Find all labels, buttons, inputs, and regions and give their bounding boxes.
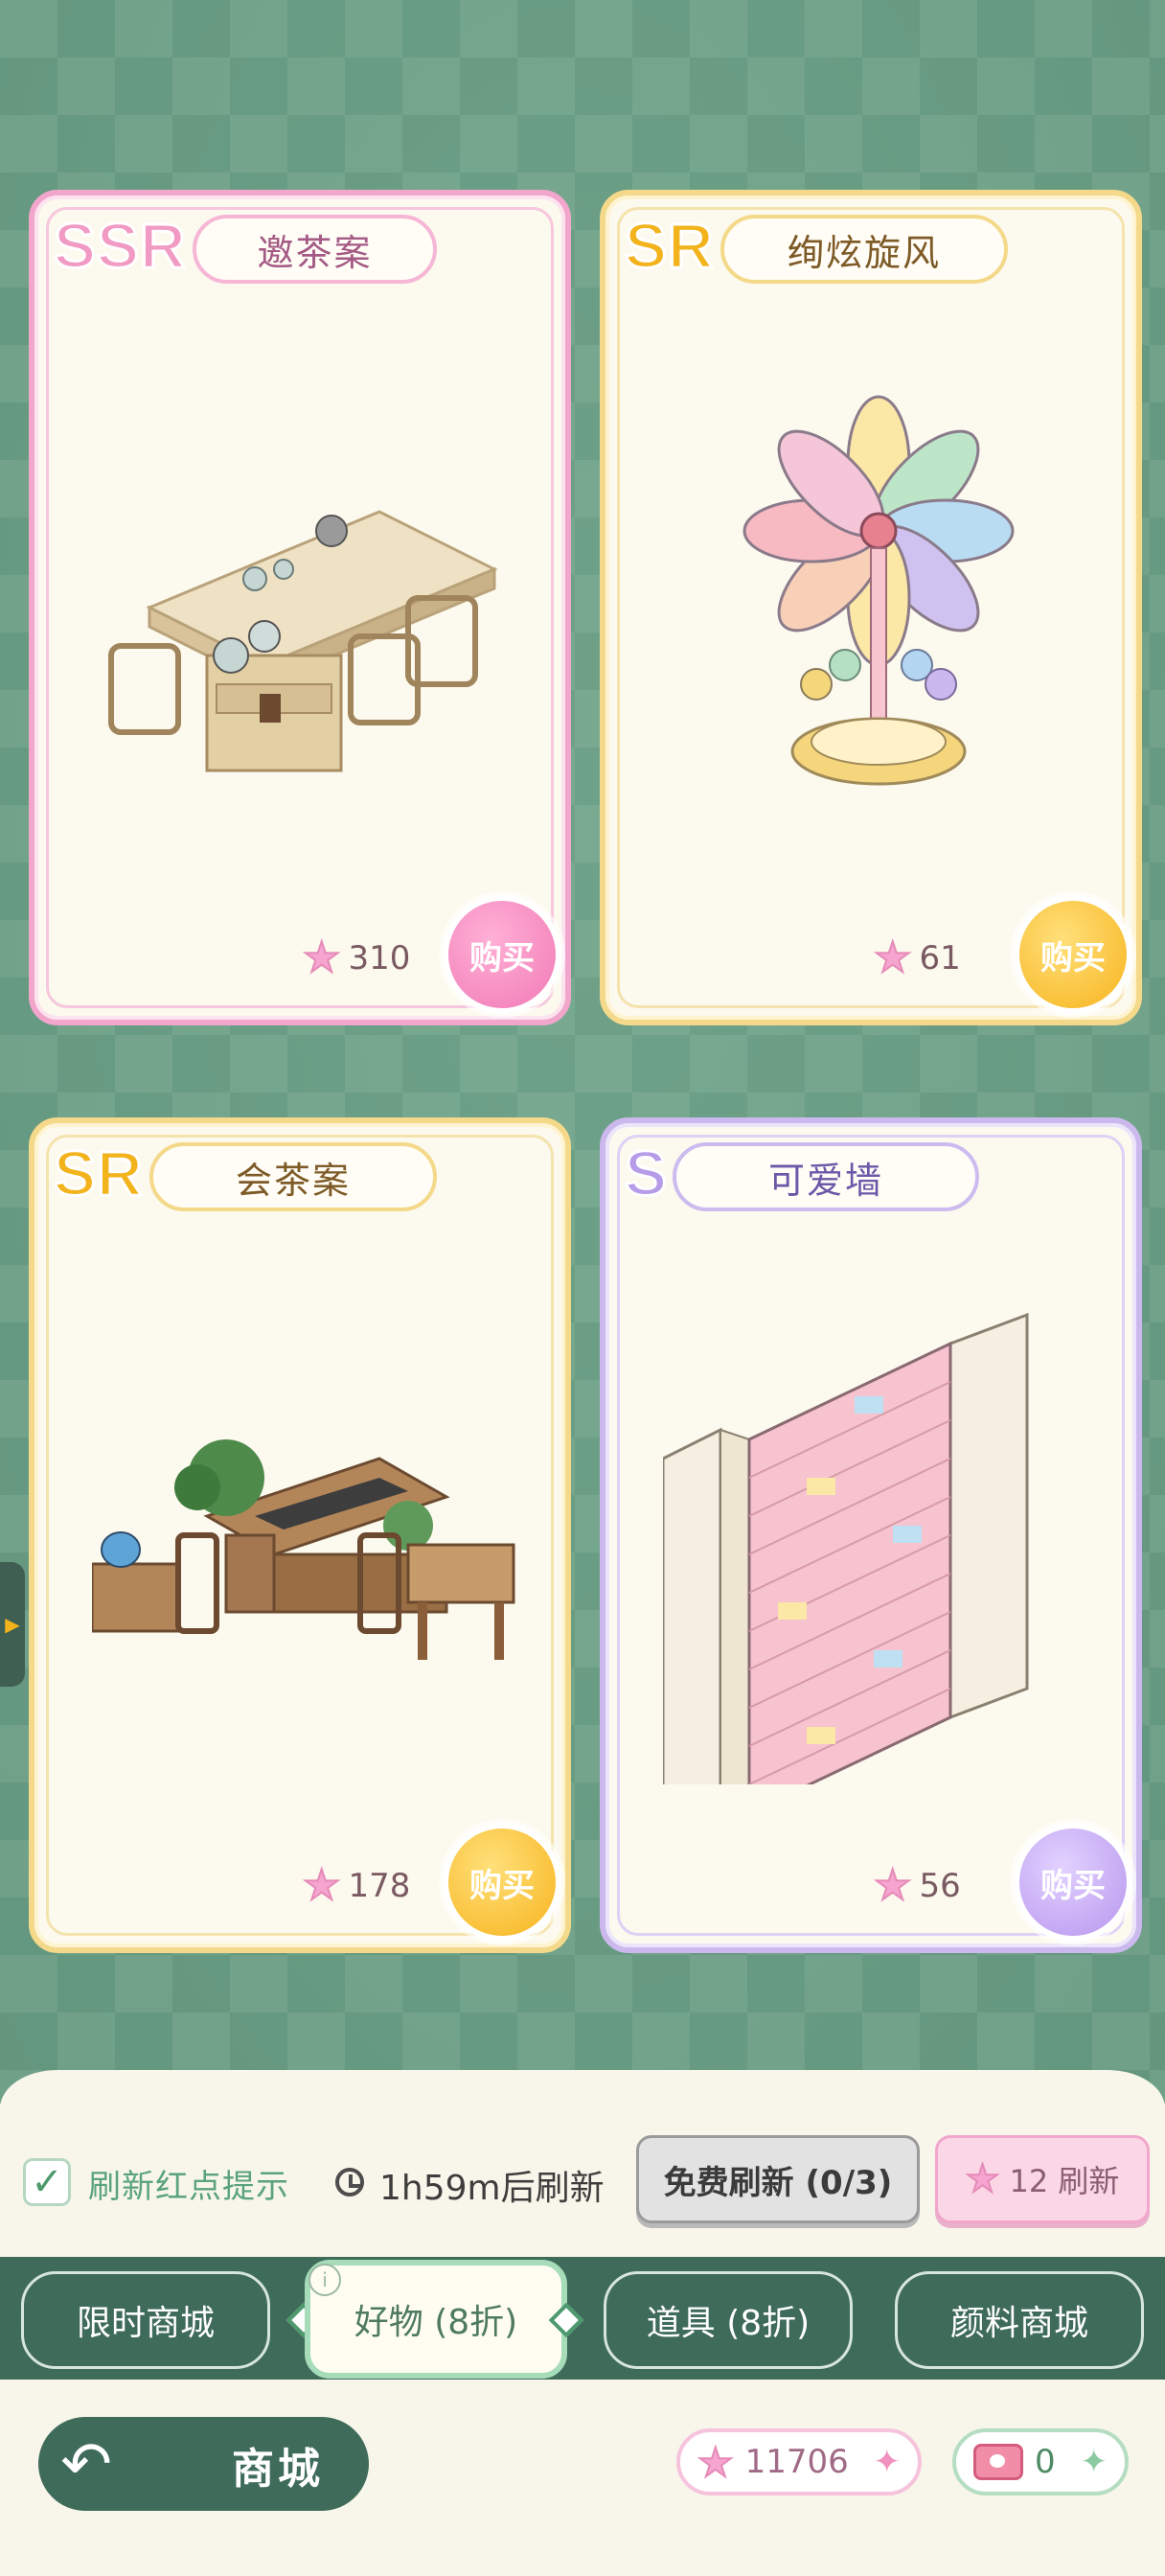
red-dot-checkbox[interactable]: ✓ [23,2158,71,2206]
gem-count: 11706 [744,2443,849,2481]
item-name: 可爱墙 [673,1142,979,1211]
info-icon[interactable]: i [308,2264,341,2296]
clock-icon [335,2168,364,2196]
star-currency-icon: ★ [697,2438,735,2487]
item-card-3[interactable]: SR 会茶案 ★ 178 购买 [29,1117,571,1953]
price-tag: ★ 61 [873,933,961,982]
tab-limited-shop[interactable]: 限时商城 [21,2271,270,2369]
buy-button[interactable]: 购买 [443,1823,561,1942]
pinwheel-artwork [742,395,1015,786]
buy-button[interactable]: 购买 [443,895,561,1014]
item-card-2[interactable]: SR 绚炫旋风 ★ 61 购买 [600,190,1142,1025]
price-value: 310 [348,939,411,978]
rank-badge: S [623,1137,669,1210]
price-tag: ★ 310 [302,933,411,982]
item-card-1[interactable]: SSR 邀茶案 ★ 310 购买 [29,190,571,1025]
gem-currency-counter[interactable]: ★ 11706 ✦ [676,2428,922,2496]
star-currency-icon: ★ [873,933,912,982]
star-currency-icon: ★ [302,933,341,982]
brick-wall-artwork [663,1312,1029,1784]
rank-badge: SR [624,209,716,283]
price-value: 56 [919,1867,961,1905]
tea-set-artwork [92,1439,515,1660]
ticket-icon [973,2444,1023,2480]
tab-good-items[interactable]: 好物 (8折) [305,2260,567,2379]
item-name: 绚炫旋风 [720,215,1008,284]
price-value: 61 [919,939,961,978]
paid-refresh-label: 12 刷新 [1009,2163,1120,2199]
check-icon: ✓ [31,2160,63,2204]
rank-badge: SR [53,1137,145,1210]
add-tickets-icon[interactable]: ✦ [1081,2443,1108,2481]
free-refresh-button[interactable]: 免费刷新 (0/3) [636,2135,920,2223]
page-title: 商城 [232,2445,324,2494]
buy-button[interactable]: 购买 [1014,1823,1132,1942]
ticket-currency-counter[interactable]: 0 ✦ [952,2428,1129,2496]
paid-refresh-button[interactable]: ★ 12 刷新 [935,2135,1150,2223]
tab-paint-shop[interactable]: 颜料商城 [895,2271,1144,2369]
buy-button[interactable]: 购买 [1014,895,1132,1014]
price-tag: ★ 56 [873,1861,961,1910]
star-currency-icon: ★ [873,1861,912,1910]
add-gems-icon[interactable]: ✦ [874,2443,902,2481]
price-value: 178 [348,1867,411,1905]
star-currency-icon: ★ [302,1861,341,1910]
ticket-count: 0 [1035,2443,1056,2481]
item-name: 会茶案 [149,1142,437,1211]
refresh-timer: 1h59m后刷新 [379,2169,605,2208]
item-name: 邀茶案 [193,215,437,284]
item-card-4[interactable]: S 可爱墙 ★ 56 购买 [600,1117,1142,1953]
price-tag: ★ 178 [302,1861,411,1910]
rank-badge: SSR [53,209,188,283]
tab-props[interactable]: 道具 (8折) [604,2271,853,2369]
tea-table-artwork [108,510,498,772]
side-drawer-tab[interactable]: ▶ [0,1562,25,1687]
back-arrow-icon[interactable]: ↶ [48,2426,125,2503]
red-dot-checkbox-label[interactable]: 刷新红点提示 [88,2160,289,2207]
arrow-right-icon: ▶ [5,1613,20,1636]
star-currency-icon: ★ [965,2156,1001,2202]
